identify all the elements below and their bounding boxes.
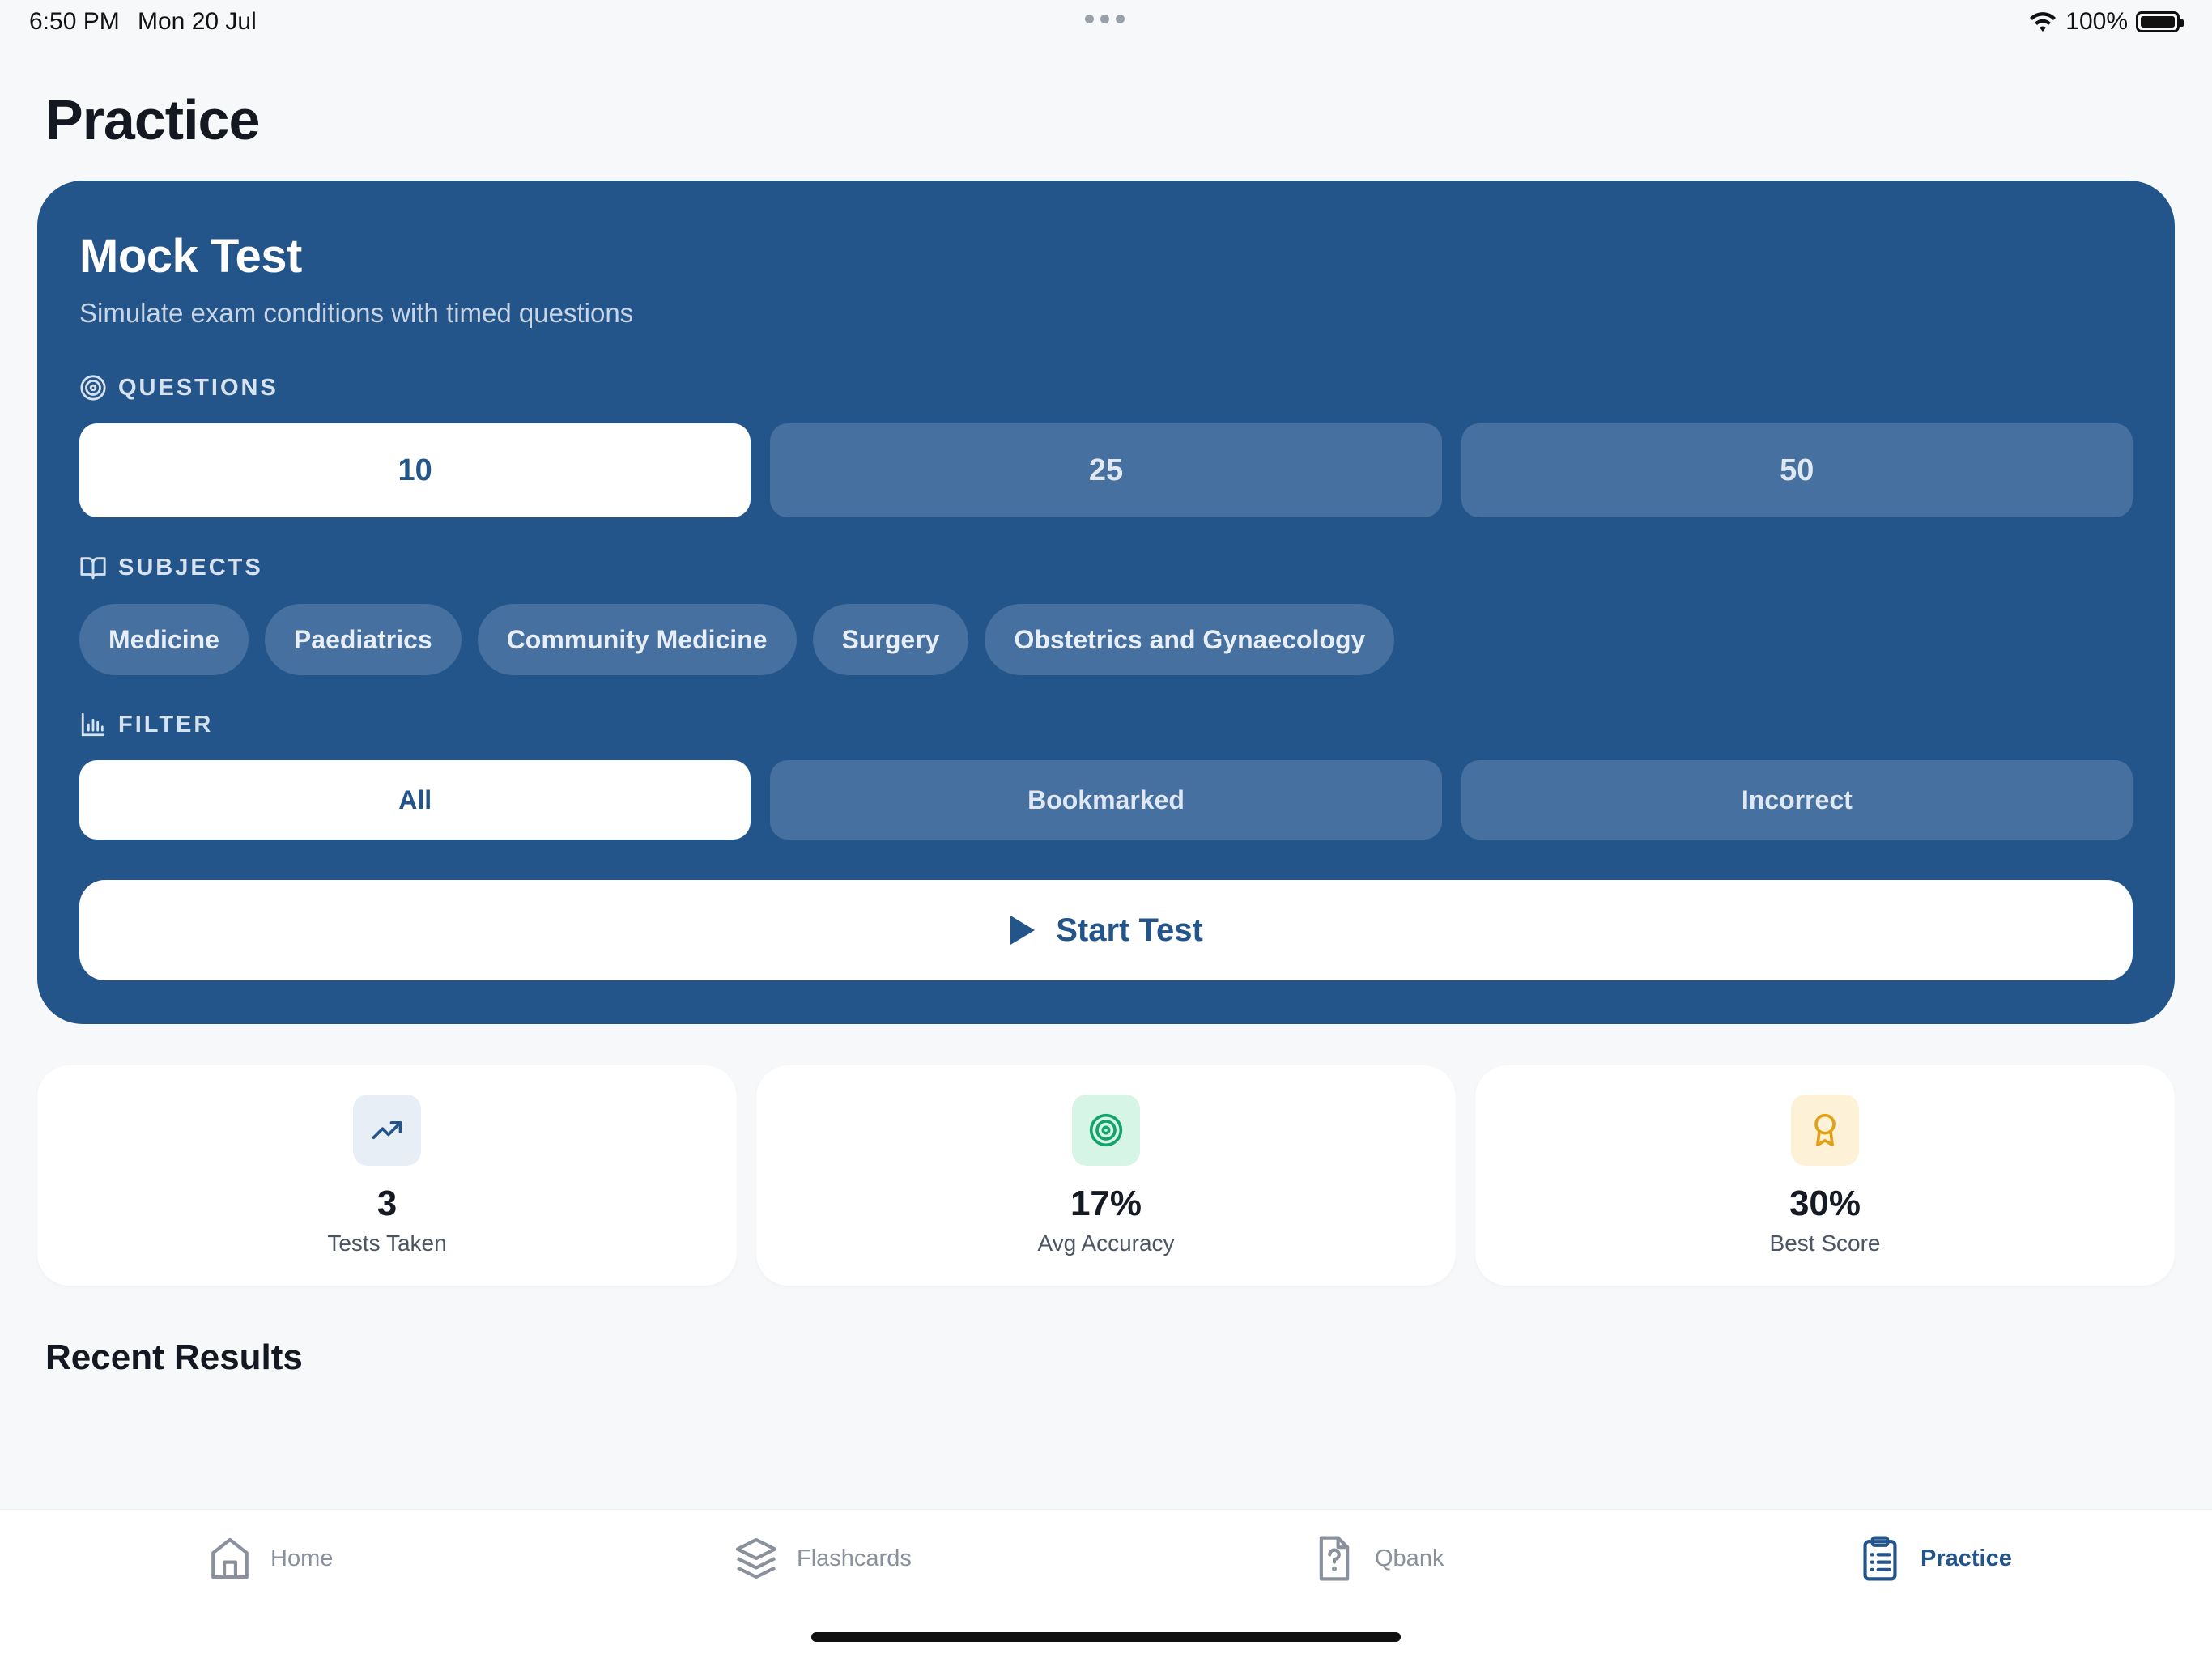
trending-up-icon bbox=[353, 1095, 421, 1166]
status-date: Mon 20 Jul bbox=[138, 8, 257, 35]
mock-test-subtitle: Simulate exam conditions with timed ques… bbox=[79, 298, 634, 328]
subjects-label: SUBJECTS bbox=[79, 554, 263, 581]
questions-label: QUESTIONS bbox=[79, 374, 279, 402]
stat-label: Best Score bbox=[1769, 1231, 1881, 1256]
question-file-icon bbox=[1319, 1536, 1350, 1581]
battery-percent: 100% bbox=[2065, 8, 2128, 35]
filter-option-bookmarked[interactable]: Bookmarked bbox=[770, 760, 1442, 840]
tab-qbank[interactable]: Qbank bbox=[1312, 1534, 1444, 1583]
question-count-option-50[interactable]: 50 bbox=[1461, 423, 2133, 517]
stats-row: 3 Tests Taken 17% Avg Accuracy 30% Best … bbox=[37, 1065, 2175, 1286]
tab-bar: Home Flashcards Qbank Practice bbox=[0, 1509, 2212, 1658]
wifi-icon bbox=[2030, 12, 2057, 32]
subject-chip-paediatrics[interactable]: Paediatrics bbox=[264, 604, 462, 675]
subject-chip-obstetrics-gynaecology[interactable]: Obstetrics and Gynaecology bbox=[985, 604, 1395, 675]
recent-results-title: Recent Results bbox=[45, 1337, 303, 1377]
mock-test-card: Mock Test Simulate exam conditions with … bbox=[37, 181, 2175, 1024]
stat-value: 3 bbox=[376, 1184, 398, 1223]
filter-option-all[interactable]: All bbox=[79, 760, 751, 840]
bar-chart-icon bbox=[81, 712, 105, 737]
stat-card-tests-taken: 3 Tests Taken bbox=[37, 1065, 737, 1286]
filter-option-incorrect[interactable]: Incorrect bbox=[1461, 760, 2133, 840]
target-icon bbox=[80, 375, 106, 401]
stat-label: Avg Accuracy bbox=[1037, 1231, 1175, 1256]
stat-card-avg-accuracy: 17% Avg Accuracy bbox=[756, 1065, 1456, 1286]
book-open-icon bbox=[80, 557, 106, 580]
subject-chip-surgery[interactable]: Surgery bbox=[812, 604, 969, 675]
battery-icon bbox=[2136, 11, 2184, 32]
page-title: Practice bbox=[45, 88, 260, 151]
play-icon bbox=[1010, 916, 1036, 945]
subject-chip-medicine[interactable]: Medicine bbox=[79, 604, 249, 675]
filter-selector: All Bookmarked Incorrect bbox=[79, 760, 2133, 840]
status-bar: 6:50 PM Mon 20 Jul 100% bbox=[0, 0, 2212, 49]
award-icon bbox=[1791, 1095, 1859, 1166]
mock-test-title: Mock Test bbox=[79, 230, 302, 283]
home-icon bbox=[211, 1537, 249, 1579]
stat-label: Tests Taken bbox=[327, 1231, 447, 1256]
question-count-option-25[interactable]: 25 bbox=[770, 423, 1442, 517]
tab-practice[interactable]: Practice bbox=[1857, 1534, 2012, 1583]
status-time: 6:50 PM bbox=[29, 8, 120, 35]
start-test-button[interactable]: Start Test bbox=[79, 880, 2133, 980]
target-icon bbox=[1072, 1095, 1140, 1166]
stat-value: 30% bbox=[1789, 1184, 1861, 1223]
home-indicator[interactable] bbox=[811, 1632, 1401, 1642]
stat-card-best-score: 30% Best Score bbox=[1475, 1065, 2175, 1286]
clipboard-list-icon bbox=[1863, 1536, 1897, 1581]
stat-value: 17% bbox=[1070, 1184, 1142, 1223]
filter-label: FILTER bbox=[79, 711, 213, 738]
question-count-selector: 10 25 50 bbox=[79, 423, 2133, 517]
start-test-label: Start Test bbox=[1056, 912, 1203, 948]
subject-chip-community-medicine[interactable]: Community Medicine bbox=[477, 604, 797, 675]
multitasking-dots-icon[interactable] bbox=[1085, 15, 1125, 23]
tab-flashcards[interactable]: Flashcards bbox=[734, 1534, 912, 1583]
layers-icon bbox=[735, 1537, 777, 1579]
tab-home[interactable]: Home bbox=[207, 1534, 333, 1583]
question-count-option-10[interactable]: 10 bbox=[79, 423, 751, 517]
status-indicators: 100% bbox=[2028, 8, 2184, 36]
subject-chips: Medicine Paediatrics Community Medicine … bbox=[79, 604, 1395, 675]
